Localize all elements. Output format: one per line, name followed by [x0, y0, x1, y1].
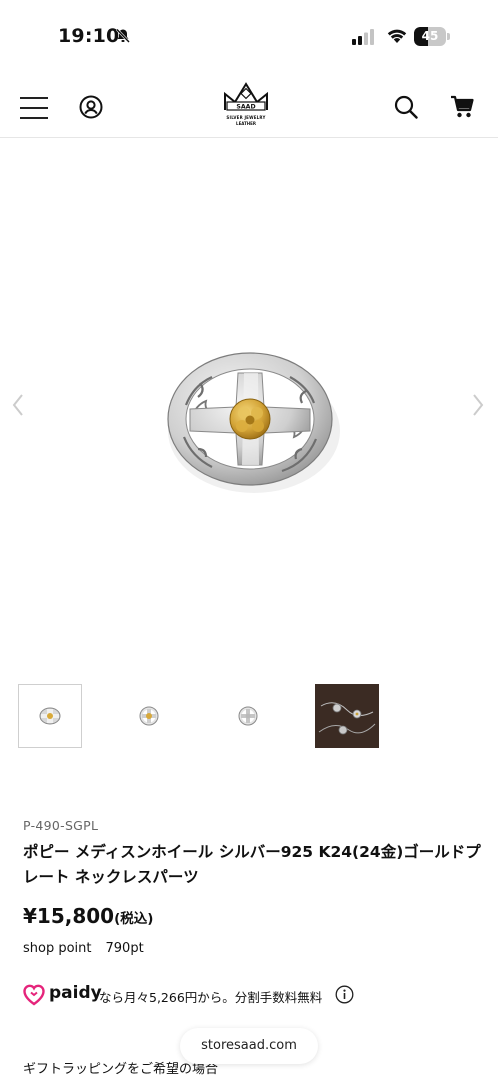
- thumbnail-4[interactable]: [315, 684, 379, 748]
- points-value: 790pt: [105, 941, 144, 956]
- thumbnail-3[interactable]: [216, 684, 280, 748]
- logo-tagline-2: LEATHER: [236, 121, 256, 126]
- paidy-text: なら月々5,266円から。分割手数料無料: [99, 990, 323, 1005]
- thumbnail-2[interactable]: [117, 684, 181, 748]
- site-header: SAAD SILVER JEWELRY LEATHER: [0, 72, 498, 138]
- search-icon[interactable]: [394, 95, 418, 119]
- account-icon[interactable]: [79, 95, 103, 119]
- product-gallery: [0, 139, 498, 748]
- logo-wordmark: SAAD: [236, 103, 255, 110]
- bell-slash-icon: [116, 28, 130, 43]
- cart-icon[interactable]: [450, 94, 474, 120]
- status-bar: 19:10 45: [0, 0, 498, 72]
- product-main-image: [167, 352, 340, 493]
- saad-logo[interactable]: SAAD SILVER JEWELRY LEATHER: [218, 80, 274, 132]
- chevron-right-icon[interactable]: [468, 391, 488, 419]
- wifi-icon: [387, 29, 407, 43]
- points-label: shop point: [23, 941, 92, 956]
- product-price: ¥15,800(税込): [23, 904, 153, 928]
- paidy-logo-icon: [23, 984, 45, 1006]
- menu-icon[interactable]: [20, 97, 48, 119]
- cellular-signal-icon: [352, 29, 374, 45]
- info-icon[interactable]: [335, 985, 354, 1004]
- price-value: ¥15,800: [23, 904, 115, 928]
- paidy-brand: paidy: [49, 983, 102, 1003]
- product-title: ポピー メディスンホイール シルバー925 K24(24金)ゴールドプレート ネ…: [23, 843, 481, 886]
- battery-percent: 45: [421, 29, 439, 43]
- thumbnail-strip: [18, 684, 388, 750]
- browser-url-pill[interactable]: storesaad.com: [180, 1028, 318, 1064]
- thumbnail-1[interactable]: [18, 684, 82, 748]
- product-sku: P-490-SGPL: [23, 818, 99, 833]
- battery-icon: 45: [414, 27, 450, 46]
- shop-points: shop point 790pt: [23, 941, 144, 956]
- tax-label: (税込): [114, 911, 154, 927]
- crown-logo-icon: SAAD: [224, 82, 268, 111]
- status-time: 19:10: [58, 25, 120, 47]
- logo-tagline-1: SILVER JEWELRY: [226, 115, 266, 120]
- chevron-left-icon[interactable]: [8, 391, 28, 419]
